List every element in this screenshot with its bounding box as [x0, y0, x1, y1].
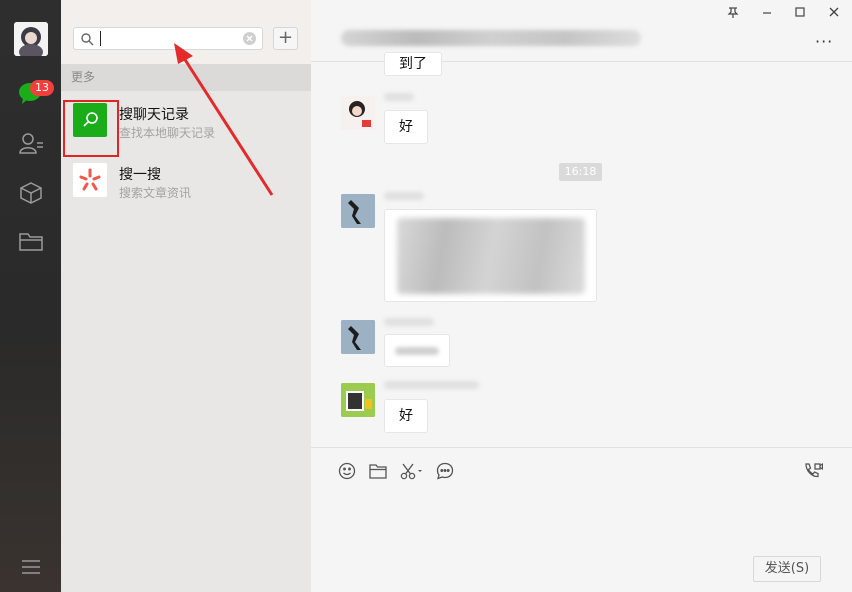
annotation-arrow — [174, 43, 274, 196]
